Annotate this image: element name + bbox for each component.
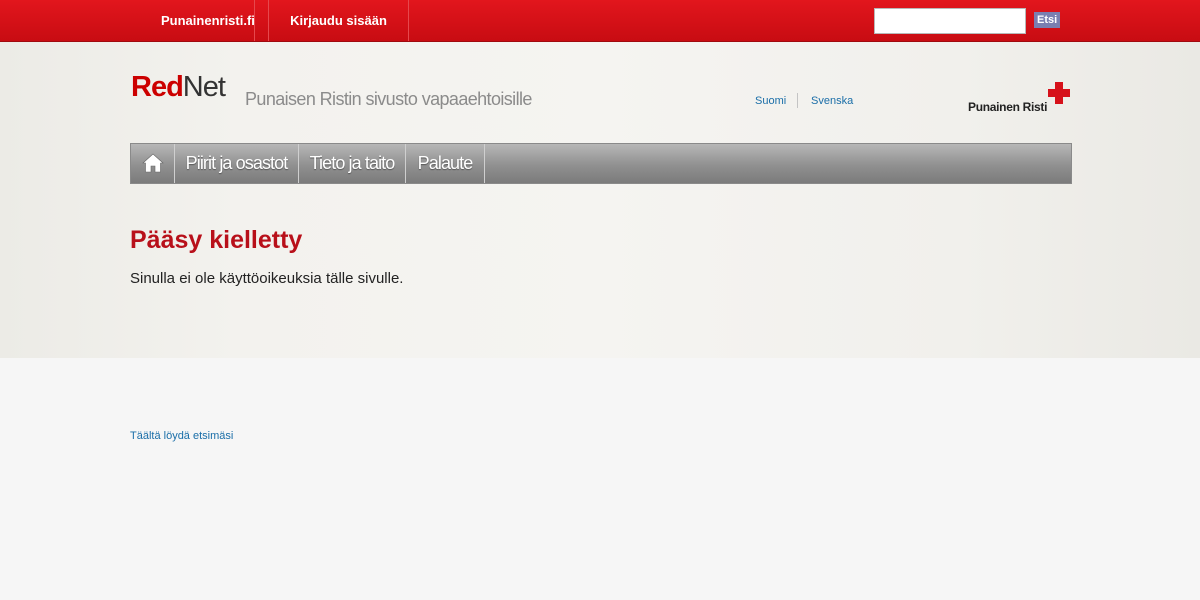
- page-title: Pääsy kielletty: [130, 226, 303, 254]
- red-cross-icon: [1048, 82, 1070, 104]
- access-denied-message: Sinulla ei ole käyttöoikeuksia tälle siv…: [130, 270, 404, 287]
- home-icon: [142, 153, 164, 173]
- nav-item-tieto[interactable]: Tieto ja taito: [299, 144, 406, 183]
- language-svenska[interactable]: Svenska: [811, 95, 853, 107]
- search-input[interactable]: [874, 8, 1026, 34]
- red-cross-logo-text: Punainen Risti: [968, 100, 1048, 114]
- logo-red: Red: [131, 71, 184, 103]
- language-suomi[interactable]: Suomi: [755, 95, 786, 107]
- language-divider: [797, 93, 798, 108]
- footer-find-link[interactable]: Täältä löydä etsimäsi: [130, 430, 233, 442]
- login-link[interactable]: Kirjaudu sisään: [268, 0, 409, 41]
- punainenristi-link[interactable]: Punainenristi.fi: [148, 0, 255, 41]
- search-button[interactable]: Etsi: [1034, 12, 1061, 28]
- nav-item-palaute[interactable]: Palaute: [406, 144, 485, 183]
- red-cross-logo[interactable]: Punainen Risti: [966, 82, 1072, 116]
- site-tagline: Punaisen Ristin sivusto vapaaehtoisille: [245, 89, 532, 109]
- top-bar: Punainenristi.fi Kirjaudu sisään Etsi: [0, 0, 1200, 42]
- main-navigation: Piirit ja osastot Tieto ja taito Palaute: [130, 143, 1072, 184]
- logo-net: Net: [182, 71, 226, 103]
- nav-home[interactable]: [131, 144, 175, 183]
- nav-item-piirit[interactable]: Piirit ja osastot: [175, 144, 299, 183]
- rednet-logo[interactable]: RedNet: [131, 70, 226, 104]
